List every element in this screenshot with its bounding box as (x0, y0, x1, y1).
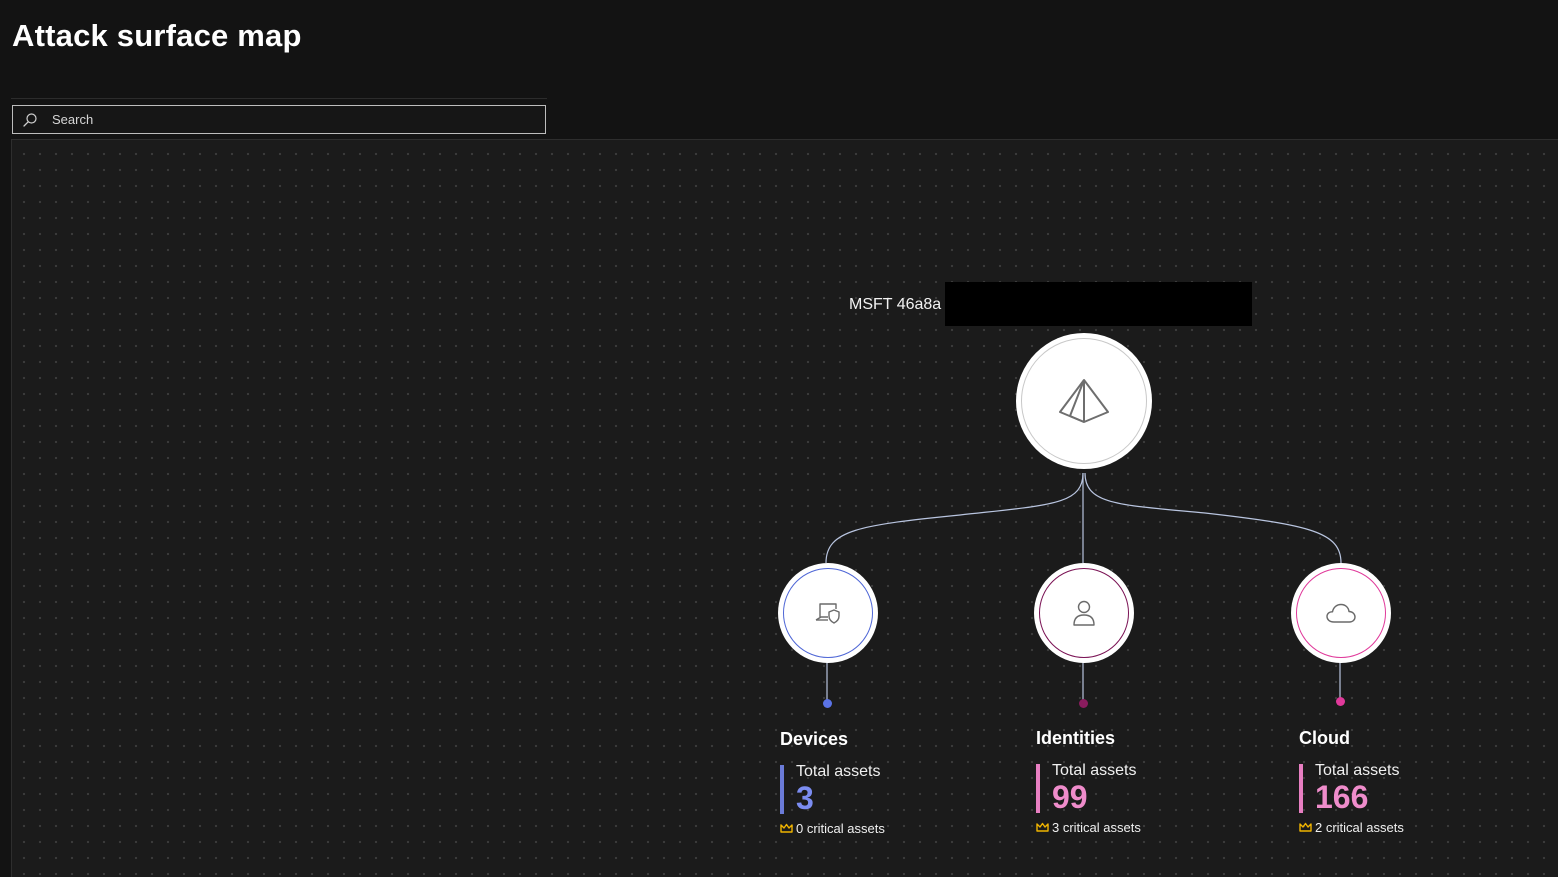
cloud-node[interactable] (1291, 563, 1391, 663)
cloud-dot (1336, 697, 1345, 706)
crown-icon (1299, 822, 1312, 832)
cloud-stat: Total assets 166 (1299, 762, 1400, 813)
devices-critical-text: 0 critical assets (796, 821, 885, 836)
attack-surface-map-page: Attack surface map MSFT 46a8a (0, 0, 1558, 877)
cloud-total-value[interactable]: 166 (1315, 781, 1399, 813)
root-node-ring (1021, 338, 1147, 464)
cloud-node-ring (1296, 568, 1386, 658)
devices-title: Devices (780, 729, 849, 749)
root-node[interactable] (1016, 333, 1152, 469)
tenant-label: MSFT 46a8a (849, 296, 942, 313)
cloud-critical-text: 2 critical assets (1315, 820, 1404, 835)
identities-critical-text: 3 critical assets (1052, 820, 1141, 835)
page-title: Attack surface map (12, 18, 302, 53)
search-input[interactable] (50, 105, 545, 134)
cloud-critical[interactable]: 2 critical assets (1299, 820, 1404, 835)
search-icon (23, 112, 37, 127)
search-bar (11, 98, 547, 138)
identities-critical[interactable]: 3 critical assets (1036, 820, 1141, 835)
devices-stat: Total assets 3 (780, 763, 881, 814)
identities-stat: Total assets 99 (1036, 762, 1137, 813)
identities-dot (1079, 699, 1088, 708)
devices-critical[interactable]: 0 critical assets (780, 821, 885, 836)
identities-node[interactable] (1034, 563, 1134, 663)
devices-node-ring (783, 568, 873, 658)
redaction-box (945, 282, 1252, 326)
devices-total-value[interactable]: 3 (796, 782, 880, 814)
devices-node[interactable] (778, 563, 878, 663)
identities-title: Identities (1036, 728, 1116, 748)
identities-node-ring (1039, 568, 1129, 658)
crown-icon (1036, 822, 1049, 832)
cloud-title: Cloud (1299, 728, 1350, 748)
identities-total-label: Total assets (1052, 762, 1137, 779)
crown-icon (780, 823, 793, 833)
devices-total-label: Total assets (796, 763, 881, 780)
cloud-total-label: Total assets (1315, 762, 1400, 779)
search-box[interactable] (12, 105, 546, 134)
identities-total-value[interactable]: 99 (1052, 781, 1136, 813)
devices-dot (823, 699, 832, 708)
